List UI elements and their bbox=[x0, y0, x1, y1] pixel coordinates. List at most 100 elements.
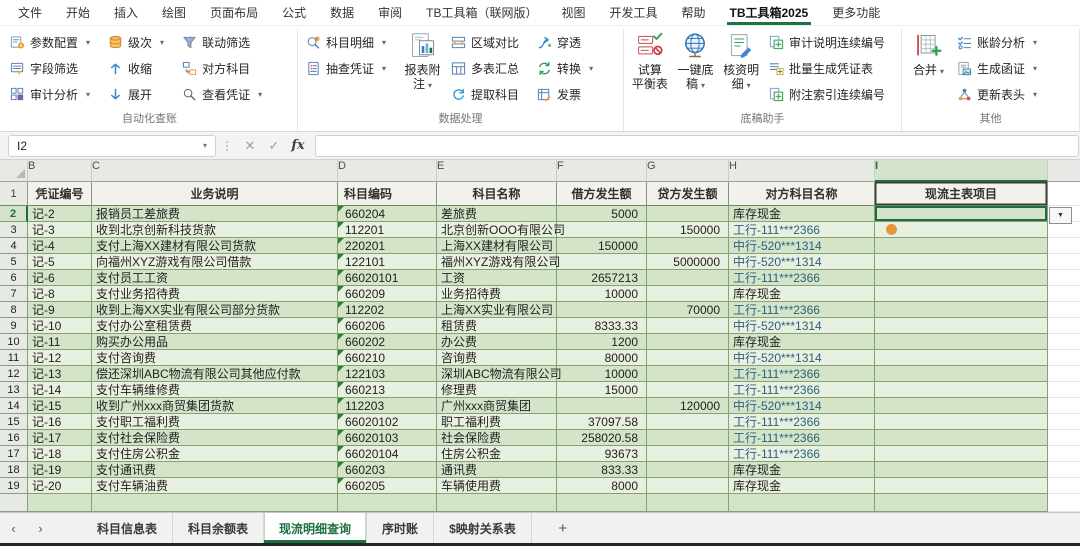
cell-desc-row16[interactable]: 支付社会保险费 bbox=[92, 430, 338, 446]
column-header-H[interactable]: H bbox=[729, 160, 875, 182]
row-header-8[interactable]: 8 bbox=[0, 302, 28, 318]
cell-code-row2[interactable]: 660204 bbox=[338, 206, 437, 222]
row-header-19[interactable]: 19 bbox=[0, 478, 28, 494]
cell-debit-row3[interactable] bbox=[557, 222, 647, 238]
cell-voucher-row2[interactable]: 记-2 bbox=[28, 206, 92, 222]
cell-voucher-row13[interactable]: 记-14 bbox=[28, 382, 92, 398]
cell-debit-row19[interactable]: 8000 bbox=[557, 478, 647, 494]
cell-desc-row14[interactable]: 收到广州xxx商贸集团货款 bbox=[92, 398, 338, 414]
cell-voucher-row15[interactable]: 记-16 bbox=[28, 414, 92, 430]
cell-cashflow-row3[interactable] bbox=[875, 222, 1048, 238]
row-header-4[interactable]: 4 bbox=[0, 238, 28, 254]
menu-tab-7[interactable]: 数据 bbox=[318, 0, 366, 25]
cell-counterpart-row15[interactable]: 工行-111***2366 bbox=[729, 414, 875, 430]
cell-voucher-row7[interactable]: 记-8 bbox=[28, 286, 92, 302]
cell-credit-row17[interactable] bbox=[647, 446, 729, 462]
menu-tab-11[interactable]: 开发工具 bbox=[597, 0, 669, 25]
cell-debit-row9[interactable]: 8333.33 bbox=[557, 318, 647, 334]
data-validation-dropdown[interactable]: ▼ bbox=[1049, 207, 1072, 224]
cell-cashflow-row7[interactable] bbox=[875, 286, 1048, 302]
ribbon-button-expand[interactable]: 展开 bbox=[103, 81, 169, 107]
column-header-B[interactable]: B bbox=[28, 160, 92, 182]
cell-credit-row18[interactable] bbox=[647, 462, 729, 478]
chevron-down-icon[interactable]: ▾ bbox=[589, 64, 593, 73]
row-header-7[interactable]: 7 bbox=[0, 286, 28, 302]
ribbon-button-invoice[interactable]: 发票 bbox=[532, 81, 598, 107]
cell-counterpart-row5[interactable]: 中行-520***1314 bbox=[729, 254, 875, 270]
cell-account-row14[interactable]: 广州xxx商贸集团 bbox=[437, 398, 557, 414]
cell-desc-row10[interactable]: 购买办公用品 bbox=[92, 334, 338, 350]
menu-tab-5[interactable]: 页面布局 bbox=[198, 0, 270, 25]
chevron-down-icon[interactable]: ▾ bbox=[382, 38, 386, 47]
sheet-nav-right-icon[interactable]: › bbox=[27, 513, 54, 543]
chevron-down-icon[interactable]: ▾ bbox=[203, 141, 207, 150]
formula-input[interactable] bbox=[315, 135, 1079, 157]
cell-cashflow-row8[interactable] bbox=[875, 302, 1048, 318]
cell-desc-row6[interactable]: 支付员工工资 bbox=[92, 270, 338, 286]
cell-counterpart-row14[interactable]: 中行-520***1314 bbox=[729, 398, 875, 414]
ribbon-button-subject-detail[interactable]: 科目明细▾ bbox=[301, 29, 391, 55]
cell-code-row7[interactable]: 660209 bbox=[338, 286, 437, 302]
cell-debit-row14[interactable] bbox=[557, 398, 647, 414]
row-header-1[interactable]: 1 bbox=[0, 182, 28, 206]
cell-debit-row7[interactable]: 10000 bbox=[557, 286, 647, 302]
chevron-down-icon[interactable]: ▾ bbox=[940, 67, 944, 76]
row-header-10[interactable]: 10 bbox=[0, 334, 28, 350]
cell-debit-row4[interactable]: 150000 bbox=[557, 238, 647, 254]
cell-credit-row7[interactable] bbox=[647, 286, 729, 302]
cell-debit-row12[interactable]: 10000 bbox=[557, 366, 647, 382]
cell-account-row15[interactable]: 职工福利费 bbox=[437, 414, 557, 430]
cell-desc-row18[interactable]: 支付通讯费 bbox=[92, 462, 338, 478]
cell-code-row10[interactable]: 660202 bbox=[338, 334, 437, 350]
cell-voucher-row10[interactable]: 记-11 bbox=[28, 334, 92, 350]
cell-account-row17[interactable]: 住房公积金 bbox=[437, 446, 557, 462]
cell-account-row18[interactable]: 通讯费 bbox=[437, 462, 557, 478]
menu-tab-13[interactable]: TB工具箱2025 bbox=[718, 0, 821, 25]
ribbon-button-one-click-draft[interactable]: 一键底稿▾ bbox=[673, 29, 719, 93]
chevron-down-icon[interactable]: ▾ bbox=[701, 81, 705, 90]
add-sheet-button[interactable]: + bbox=[548, 513, 578, 543]
cell-cashflow-row11[interactable] bbox=[875, 350, 1048, 366]
cell-counterpart-row17[interactable]: 工行-111***2366 bbox=[729, 446, 875, 462]
cell-counterpart-row13[interactable]: 工行-111***2366 bbox=[729, 382, 875, 398]
row-header-14[interactable]: 14 bbox=[0, 398, 28, 414]
cell-code-row8[interactable]: 112202 bbox=[338, 302, 437, 318]
cell-account-row10[interactable]: 办公费 bbox=[437, 334, 557, 350]
cell-desc-row2[interactable]: 报销员工差旅费 bbox=[92, 206, 338, 222]
column-header-F[interactable]: F bbox=[557, 160, 647, 182]
ribbon-button-pierce[interactable]: 穿透 bbox=[532, 29, 598, 55]
cell-credit-row2[interactable] bbox=[647, 206, 729, 222]
cell-account-row19[interactable]: 车辆使用费 bbox=[437, 478, 557, 494]
cell-cashflow-row5[interactable] bbox=[875, 254, 1048, 270]
cell-cashflow-row2[interactable] bbox=[875, 206, 1048, 222]
cell-account-row13[interactable]: 修理费 bbox=[437, 382, 557, 398]
cell-counterpart-row10[interactable]: 库存现金 bbox=[729, 334, 875, 350]
ribbon-button-audit-analysis[interactable]: 审计分析▾ bbox=[5, 81, 95, 107]
chevron-down-icon[interactable]: ▾ bbox=[160, 38, 164, 47]
ribbon-button-merge[interactable]: 合并▾ bbox=[905, 29, 952, 79]
menu-tab-12[interactable]: 帮助 bbox=[670, 0, 718, 25]
cell-cashflow-row15[interactable] bbox=[875, 414, 1048, 430]
cell-credit-row12[interactable] bbox=[647, 366, 729, 382]
cell-account-row4[interactable]: 上海XX建材有限公司 bbox=[437, 238, 557, 254]
row-header-9[interactable]: 9 bbox=[0, 318, 28, 334]
cell-debit-row5[interactable] bbox=[557, 254, 647, 270]
chevron-down-icon[interactable]: ▾ bbox=[258, 90, 262, 99]
chevron-down-icon[interactable]: ▾ bbox=[1033, 90, 1037, 99]
cell-code-row17[interactable]: 66020104 bbox=[338, 446, 437, 462]
cell-credit-row4[interactable] bbox=[647, 238, 729, 254]
cell-cashflow-row19[interactable] bbox=[875, 478, 1048, 494]
row-header-12[interactable]: 12 bbox=[0, 366, 28, 382]
cell-credit-row3[interactable]: 150000 bbox=[647, 222, 729, 238]
cell-cashflow-row18[interactable] bbox=[875, 462, 1048, 478]
cell-account-row6[interactable]: 工资 bbox=[437, 270, 557, 286]
cell-account-row3[interactable]: 北京创新OOO有限公司 bbox=[437, 222, 557, 238]
ribbon-button-note-index-serial[interactable]: 附注索引连续编号 bbox=[764, 81, 890, 107]
cell-desc-row5[interactable]: 向福州XYZ游戏有限公司借款 bbox=[92, 254, 338, 270]
chevron-down-icon[interactable]: ▾ bbox=[382, 64, 386, 73]
sheet-tab-3[interactable]: 现流明细查询 bbox=[264, 513, 367, 543]
cell-cashflow-row4[interactable] bbox=[875, 238, 1048, 254]
row-header-16[interactable]: 16 bbox=[0, 430, 28, 446]
cell-debit-row2[interactable]: 5000 bbox=[557, 206, 647, 222]
ribbon-button-batch-voucher-table[interactable]: 批量生成凭证表 bbox=[764, 55, 890, 81]
